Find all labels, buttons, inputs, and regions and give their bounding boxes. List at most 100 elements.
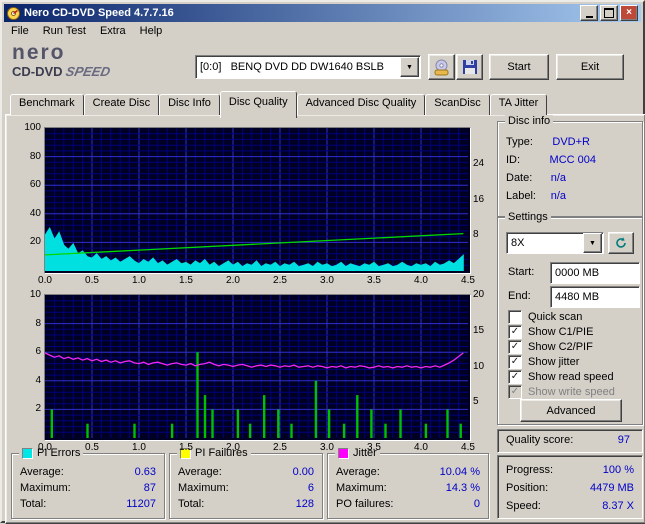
disc-date-value: n/a: [551, 172, 566, 184]
stat-value: 0.63: [135, 466, 156, 478]
end-mb-label: End:: [508, 290, 531, 302]
stat-label: Average:: [20, 466, 64, 478]
close-button[interactable]: ×: [620, 5, 638, 21]
drive-select-value: [0:0] BENQ DVD DD DW1640 BSLB: [196, 61, 399, 73]
axis-tick: 8: [15, 318, 41, 329]
app-icon: [7, 7, 20, 20]
menu-help[interactable]: Help: [133, 23, 170, 39]
checkbox-box: ✓: [508, 325, 522, 339]
stat-value: 11207: [126, 498, 156, 510]
nero-product-text: CD-DVD SPEED: [12, 64, 110, 79]
checkbox-label: Show read speed: [528, 371, 614, 383]
tab-advanced-disc-quality[interactable]: Advanced Disc Quality: [297, 94, 426, 115]
refresh-speed-button[interactable]: [608, 232, 634, 254]
logo-cddvd: CD-DVD: [12, 64, 63, 79]
refresh-icon: [614, 236, 628, 250]
checkbox-show-c2-pif[interactable]: ✓ Show C2/PIF: [508, 340, 593, 353]
eject-disc-button[interactable]: [428, 54, 455, 80]
start-mb-label: Start:: [508, 266, 534, 278]
stat-value: 0: [474, 498, 480, 510]
maximize-button[interactable]: [600, 5, 618, 21]
axis-tick: 2: [15, 403, 41, 414]
chevron-down-icon[interactable]: ▼: [400, 57, 419, 77]
drive-select[interactable]: [0:0] BENQ DVD DD DW1640 BSLB ▼: [195, 55, 421, 79]
minimize-icon: [586, 16, 593, 18]
axis-tick: 0.5: [79, 275, 105, 286]
tab-scandisc[interactable]: ScanDisc: [425, 94, 489, 115]
axis-tick: 10: [473, 361, 497, 372]
checkbox-label: Quick scan: [528, 311, 582, 323]
checkbox-show-jitter[interactable]: ✓ Show jitter: [508, 355, 579, 368]
app-window: Nero CD-DVD Speed 4.7.7.16 × File Run Te…: [0, 0, 645, 523]
stat-value: 128: [296, 498, 314, 510]
checkbox-box: ✓: [508, 340, 522, 354]
floppy-icon: [462, 59, 478, 75]
checkbox-quick-scan[interactable]: Quick scan: [508, 310, 582, 323]
title-bar[interactable]: Nero CD-DVD Speed 4.7.7.16 ×: [4, 4, 641, 22]
tab-ta-jitter[interactable]: TA Jitter: [490, 94, 548, 115]
checkbox-show-read-speed[interactable]: ✓Show read speed: [508, 370, 614, 383]
start-mb-field[interactable]: 0000 MB: [550, 262, 640, 284]
start-button[interactable]: Start: [489, 54, 549, 80]
checkbox-box: ✓: [508, 355, 522, 369]
axis-tick: 4.0: [408, 275, 434, 286]
axis-tick: 5: [473, 396, 497, 407]
disc-type-label: Type:: [506, 136, 533, 148]
axis-tick: 20: [15, 236, 41, 247]
disc-hand-icon: [432, 59, 451, 76]
position-label: Position:: [506, 482, 548, 494]
menu-run-test[interactable]: Run Test: [36, 23, 93, 39]
axis-tick: 0.5: [79, 442, 105, 453]
pi-errors-box: PI Errors Average:0.63 Maximum:87 Total:…: [11, 453, 165, 519]
checkbox-label: Show jitter: [528, 356, 579, 368]
tab-benchmark[interactable]: Benchmark: [10, 94, 84, 115]
axis-tick: 1.5: [173, 275, 199, 286]
pi-failures-box: PI Failures Average:0.00 Maximum:6 Total…: [169, 453, 323, 519]
checkbox-show-c1-pie[interactable]: ✓Show C1/PIE: [508, 325, 593, 338]
axis-tick: 24: [473, 158, 497, 169]
quality-chart-top: [44, 127, 471, 274]
disc-type-value: DVD+R: [552, 136, 590, 148]
jitter-box: Jitter Average:10.04 % Maximum:14.3 % PO…: [327, 453, 489, 519]
disc-id-label: ID:: [506, 154, 520, 166]
stat-label: Total:: [20, 498, 46, 510]
stat-label: Maximum:: [336, 482, 387, 494]
nero-logo: nero CD-DVD SPEED: [12, 42, 110, 79]
axis-tick: 8: [473, 229, 497, 240]
stat-label: Maximum:: [178, 482, 229, 494]
position-value: 4479 MB: [590, 482, 634, 494]
axis-tick: 3.0: [314, 442, 340, 453]
menu-file[interactable]: File: [4, 23, 36, 39]
axis-tick: 80: [15, 151, 41, 162]
axis-tick: 6: [15, 346, 41, 357]
axis-tick: 4.0: [408, 442, 434, 453]
save-button[interactable]: [456, 54, 483, 80]
axis-tick: 20: [473, 289, 497, 300]
exit-button[interactable]: Exit: [556, 54, 624, 80]
speed-select-value: 8X: [507, 237, 582, 249]
axis-tick: 3.5: [361, 275, 387, 286]
axis-tick: 3.5: [361, 442, 387, 453]
window-title: Nero CD-DVD Speed 4.7.7.16: [24, 7, 580, 19]
axis-tick: 3.0: [314, 275, 340, 286]
speed-select[interactable]: 8X ▼: [506, 232, 604, 254]
tab-disc-quality[interactable]: Disc Quality: [220, 91, 297, 118]
maximize-icon: [604, 8, 614, 18]
chevron-down-icon[interactable]: ▼: [583, 233, 602, 253]
progress-label: Progress:: [506, 464, 553, 476]
axis-tick: 10: [15, 289, 41, 300]
quality-score-value: 97: [618, 434, 630, 446]
checkbox-label: Show C2/PIF: [528, 341, 593, 353]
axis-tick: 16: [473, 194, 497, 205]
stat-value: 6: [308, 482, 314, 494]
progress-value: 100 %: [603, 464, 634, 476]
advanced-button[interactable]: Advanced: [520, 399, 622, 422]
end-mb-field[interactable]: 4480 MB: [550, 286, 640, 308]
menu-extra[interactable]: Extra: [93, 23, 133, 39]
axis-tick: 2.0: [220, 442, 246, 453]
tab-disc-info[interactable]: Disc Info: [159, 94, 220, 115]
stat-value: 0.00: [293, 466, 314, 478]
tab-strip: Benchmark Create Disc Disc Info Disc Qua…: [10, 96, 547, 115]
minimize-button[interactable]: [580, 5, 598, 21]
tab-create-disc[interactable]: Create Disc: [84, 94, 159, 115]
